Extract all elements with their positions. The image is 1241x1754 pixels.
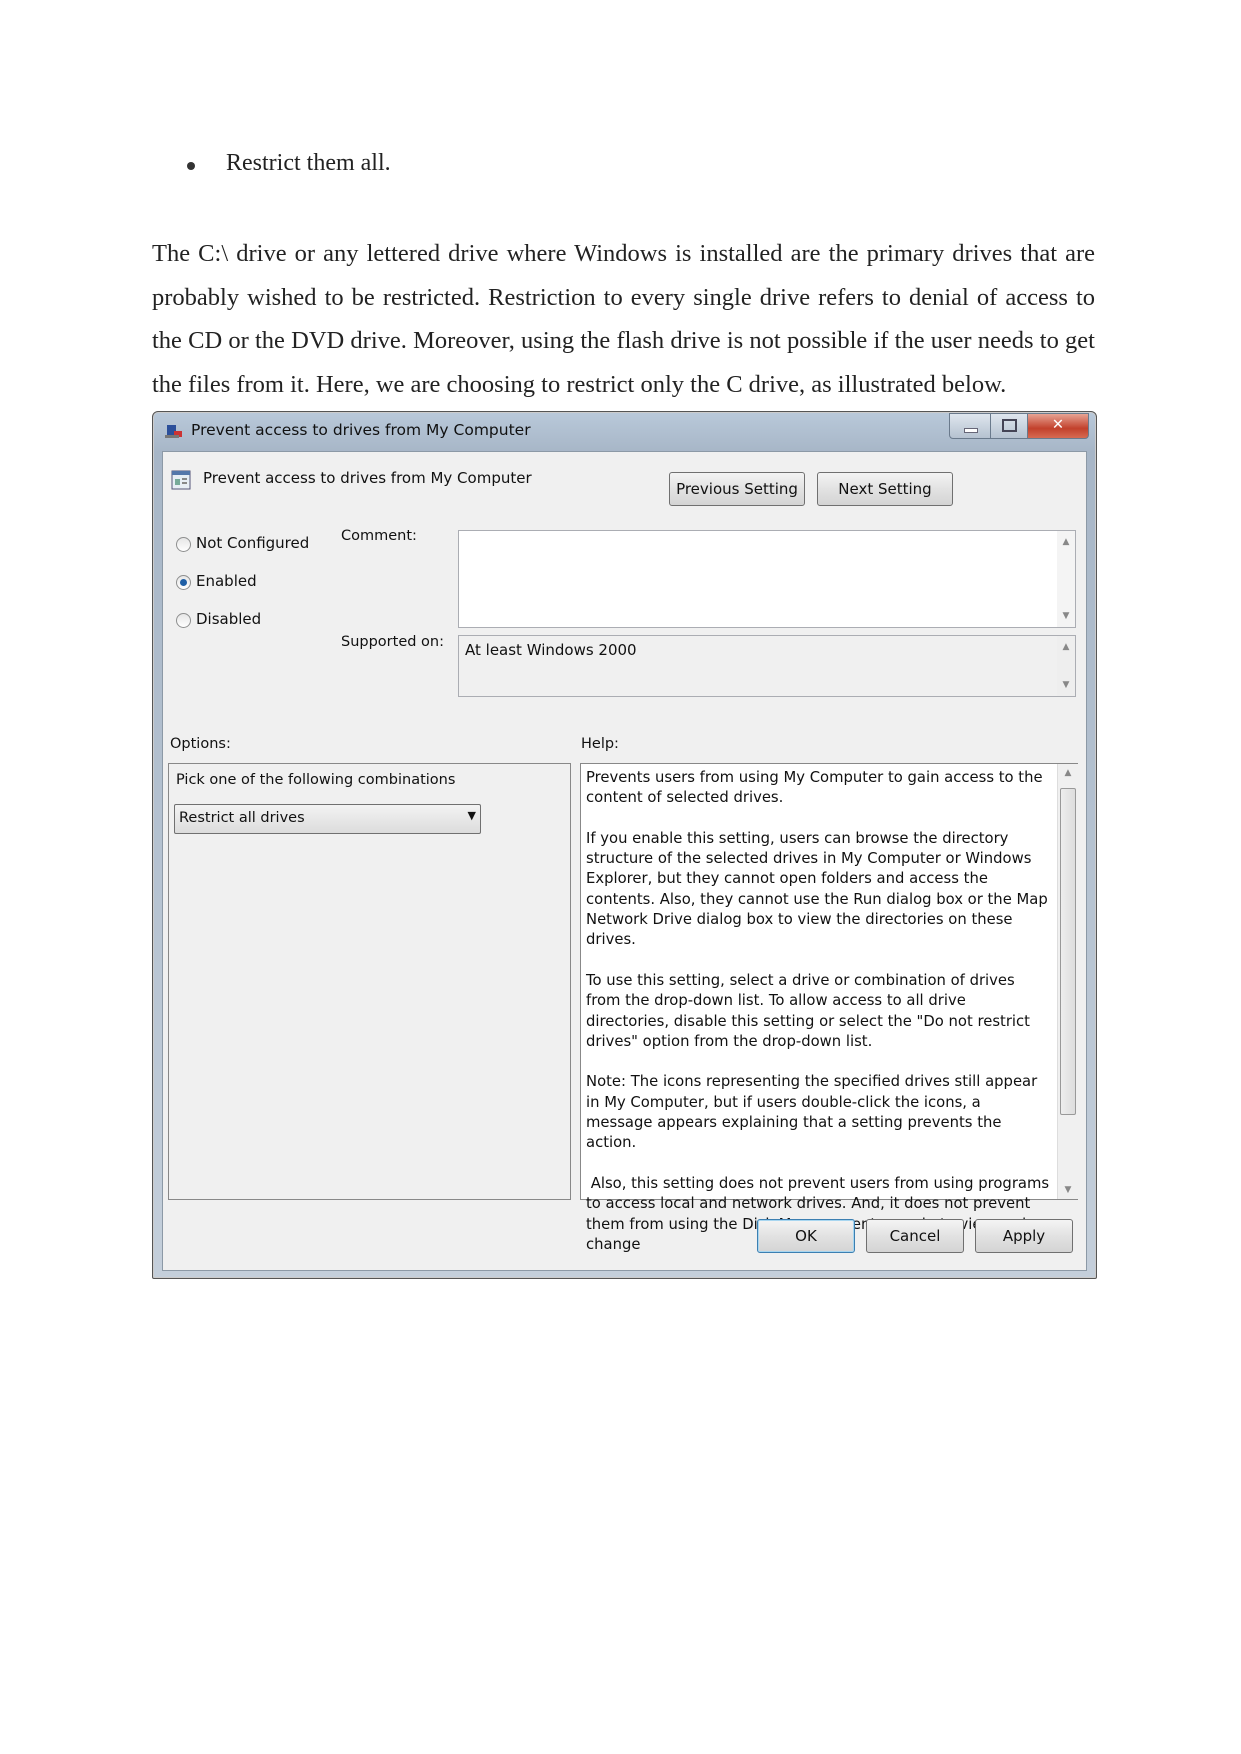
- previous-setting-button[interactable]: Previous Setting: [669, 472, 805, 506]
- bullet-dot: [187, 162, 195, 170]
- ok-button[interactable]: OK: [757, 1219, 855, 1253]
- policy-setting-icon: [171, 470, 191, 490]
- close-icon: ✕: [1051, 417, 1065, 433]
- help-label: Help:: [581, 736, 619, 752]
- radio-label-not-configured: Not Configured: [196, 534, 310, 552]
- setting-header-title: Prevent access to drives from My Compute…: [203, 469, 532, 487]
- drive-select-value: Restrict all drives: [179, 810, 305, 826]
- radio-enabled[interactable]: [176, 575, 191, 590]
- apply-button[interactable]: Apply: [975, 1219, 1073, 1253]
- options-label: Options:: [170, 736, 231, 752]
- chevron-down-icon: ▼: [467, 809, 476, 822]
- help-panel: Prevents users from using My Computer to…: [580, 763, 1078, 1253]
- dialog-body: Prevent access to drives from My Compute…: [162, 451, 1087, 1271]
- radio-not-configured[interactable]: [176, 537, 191, 552]
- scroll-down-icon: ▼: [1064, 1185, 1072, 1195]
- help-text: Prevents users from using My Computer to…: [586, 769, 1050, 1253]
- radio-label-enabled: Enabled: [196, 572, 257, 590]
- supported-scrollbar[interactable]: ▲ ▼: [1057, 636, 1075, 696]
- next-setting-button[interactable]: Next Setting: [817, 472, 953, 506]
- close-button[interactable]: ✕: [1027, 413, 1089, 439]
- document-page: Restrict them all. The C:\ drive or any …: [0, 0, 1241, 1754]
- policy-dialog: Prevent access to drives from My Compute…: [152, 411, 1097, 1279]
- scroll-thumb[interactable]: [1060, 788, 1076, 1115]
- body-paragraph: The C:\ drive or any lettered drive wher…: [152, 240, 1095, 398]
- maximize-button[interactable]: [990, 413, 1028, 439]
- help-scrollbar[interactable]: ▲ ▼: [1057, 764, 1078, 1199]
- supported-on-value: At least Windows 2000: [465, 641, 637, 659]
- radio-disabled[interactable]: [176, 613, 191, 628]
- radio-label-disabled: Disabled: [196, 610, 262, 628]
- minimize-button[interactable]: [949, 413, 991, 439]
- options-prompt: Pick one of the following combinations: [176, 772, 456, 788]
- policy-app-icon: [165, 425, 182, 438]
- comment-textarea[interactable]: ▲ ▼: [458, 530, 1076, 628]
- comment-label: Comment:: [341, 528, 417, 544]
- supported-on-label: Supported on:: [341, 634, 445, 650]
- scroll-up-icon: ▲: [1064, 768, 1072, 778]
- options-panel: Pick one of the following combinations R…: [168, 763, 571, 1200]
- window-title: Prevent access to drives from My Compute…: [191, 421, 531, 439]
- comment-scrollbar[interactable]: ▲ ▼: [1057, 531, 1075, 627]
- bullet-text: Restrict them all.: [226, 150, 391, 176]
- supported-on-field: At least Windows 2000 ▲ ▼: [458, 635, 1076, 697]
- cancel-button[interactable]: Cancel: [866, 1219, 964, 1253]
- drive-combination-select[interactable]: Restrict all drives ▼: [174, 804, 481, 834]
